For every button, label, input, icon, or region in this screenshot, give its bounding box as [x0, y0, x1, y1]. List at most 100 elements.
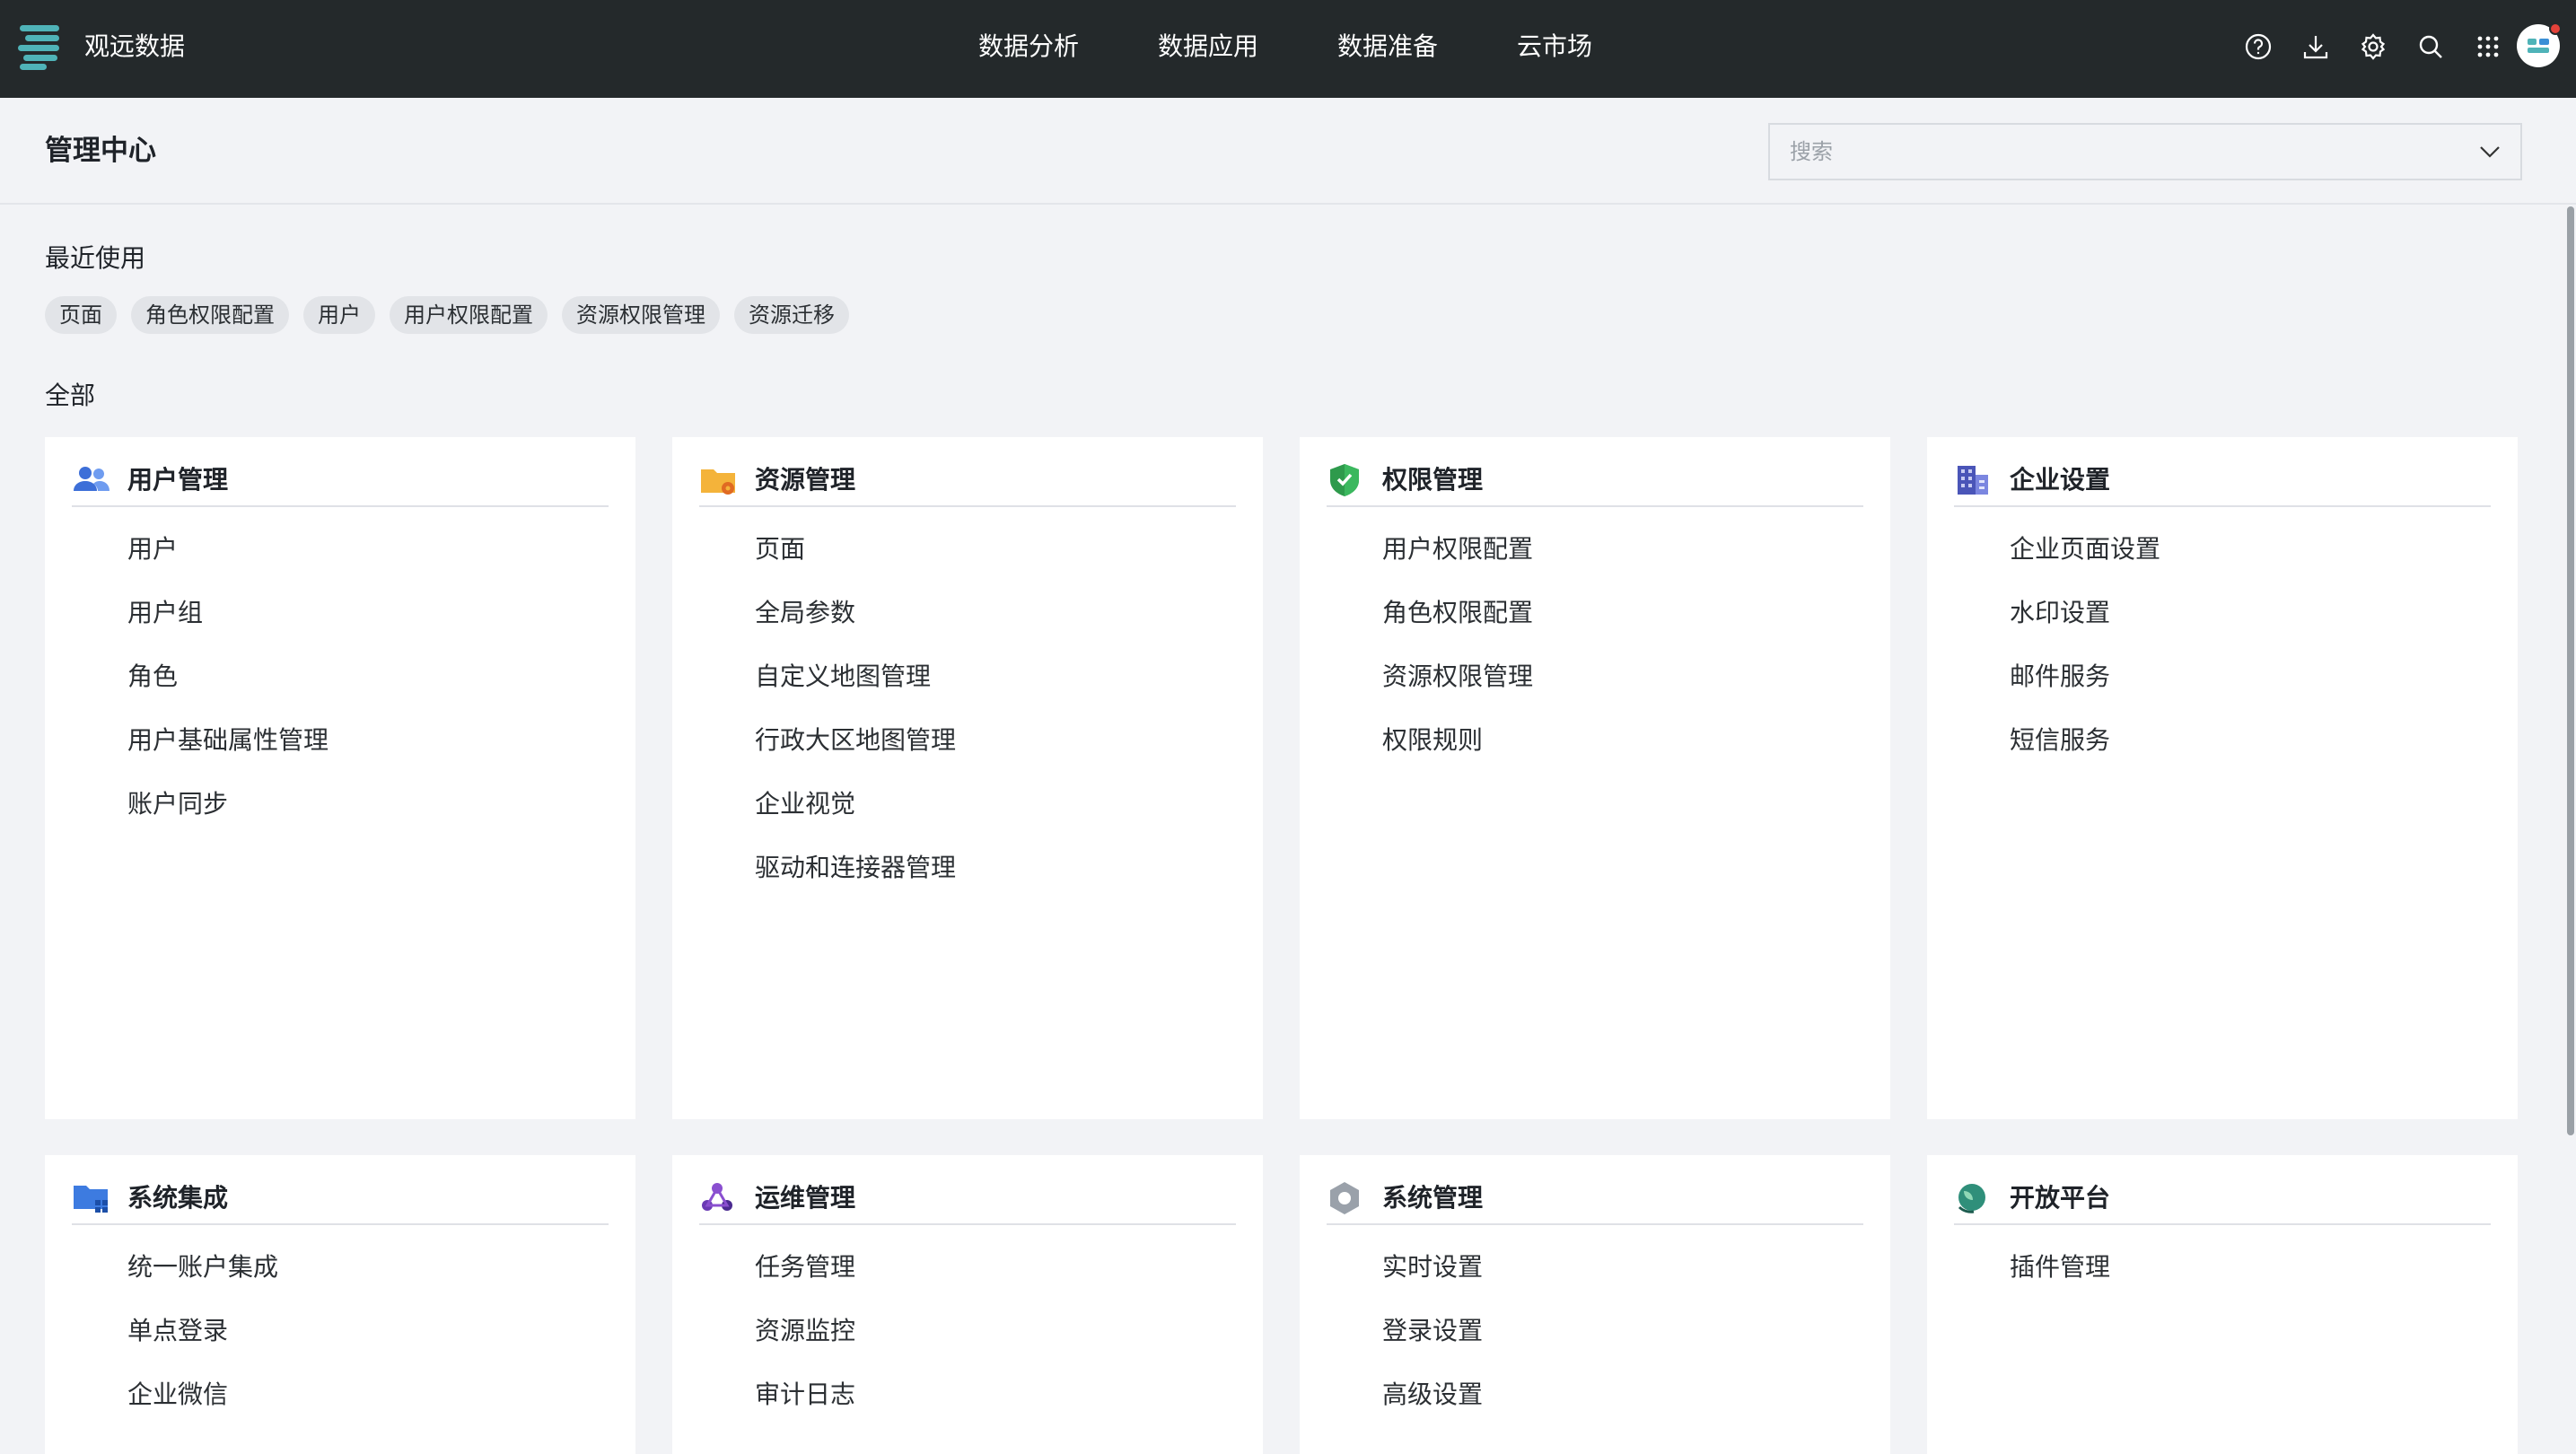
card-item-user-groups[interactable]: 用户组 [127, 595, 329, 659]
main-nav: 数据分析 数据应用 数据准备 云市场 [978, 27, 1671, 66]
help-button[interactable] [2242, 31, 2274, 63]
building-icon [1958, 466, 1988, 495]
recent-tag[interactable]: 用户权限配置 [390, 296, 548, 334]
card-title: 开放平台 [2010, 1183, 2111, 1213]
card-header: 开放平台 [1954, 1180, 2491, 1225]
card-title: 系统管理 [1382, 1183, 1484, 1213]
card-title: 权限管理 [1382, 465, 1484, 495]
card-item-drivers-connectors[interactable]: 驱动和连接器管理 [755, 850, 956, 914]
card-header: 运维管理 [699, 1180, 1236, 1225]
chevron-down-icon[interactable] [2477, 141, 2502, 162]
card-items: 页面 全局参数 自定义地图管理 行政大区地图管理 企业视觉 驱动和连接器管理 [755, 531, 956, 914]
help-circle-icon [2245, 33, 2272, 60]
gear-icon [2361, 33, 2386, 60]
folder-gear-icon [701, 469, 735, 495]
recent-tag[interactable]: 角色权限配置 [131, 296, 289, 334]
grid-apps-icon [2477, 36, 2499, 57]
recent-tags: 页面 角色权限配置 用户 用户权限配置 资源权限管理 资源迁移 [45, 296, 863, 334]
card-header: 权限管理 [1327, 462, 1863, 507]
card-title: 运维管理 [755, 1183, 856, 1213]
download-icon [2303, 36, 2328, 59]
card-items: 用户 用户组 角色 用户基础属性管理 账户同步 [127, 531, 329, 850]
nav-tools [2217, 31, 2504, 63]
card-item-email-service[interactable]: 邮件服务 [2010, 659, 2160, 723]
card-item-watermark[interactable]: 水印设置 [2010, 595, 2160, 659]
card-items: 插件管理 [2010, 1249, 2110, 1313]
card-item-audit-log[interactable]: 审计日志 [755, 1377, 855, 1441]
card-item-wecom[interactable]: 企业微信 [127, 1377, 278, 1441]
card-header: 资源管理 [699, 462, 1236, 507]
logo-icon[interactable] [14, 20, 65, 70]
card-item-enterprise-page[interactable]: 企业页面设置 [2010, 531, 2160, 595]
all-label: 全部 [45, 381, 96, 410]
card-item-task-management[interactable]: 任务管理 [755, 1249, 855, 1313]
recent-tag[interactable]: 用户 [303, 296, 375, 334]
card-item-user-attributes[interactable]: 用户基础属性管理 [127, 723, 329, 786]
recent-tag[interactable]: 资源迁移 [734, 296, 849, 334]
card-item-realtime-settings[interactable]: 实时设置 [1382, 1249, 1483, 1313]
nav-item-data-preparation[interactable]: 数据准备 [1337, 27, 1438, 66]
card-item-account-sync[interactable]: 账户同步 [127, 786, 329, 850]
card-header: 用户管理 [72, 462, 609, 507]
card-item-pages[interactable]: 页面 [755, 531, 956, 595]
card-items: 实时设置 登录设置 高级设置 [1382, 1249, 1483, 1441]
download-button[interactable] [2300, 31, 2332, 63]
card-item-region-map[interactable]: 行政大区地图管理 [755, 723, 956, 786]
ops-triangle-icon [702, 1183, 732, 1211]
card-item-roles[interactable]: 角色 [127, 659, 329, 723]
search-button[interactable] [2414, 31, 2447, 63]
scrollbar[interactable] [2565, 205, 2576, 1454]
nav-item-cloud-market[interactable]: 云市场 [1517, 27, 1592, 66]
card-item-login-settings[interactable]: 登录设置 [1382, 1313, 1483, 1377]
card-header: 企业设置 [1954, 462, 2491, 507]
card-items: 任务管理 资源监控 审计日志 [755, 1249, 855, 1441]
apps-button[interactable] [2472, 31, 2504, 63]
card-system-integration: 系统集成 统一账户集成 单点登录 企业微信 [45, 1155, 635, 1454]
card-item-role-permission[interactable]: 角色权限配置 [1382, 595, 1533, 659]
card-item-resource-monitor[interactable]: 资源监控 [755, 1313, 855, 1377]
users-icon [74, 467, 110, 491]
hex-nut-icon [1330, 1182, 1359, 1214]
card-title: 资源管理 [755, 465, 856, 495]
card-item-permission-rules[interactable]: 权限规则 [1382, 723, 1533, 786]
card-items: 企业页面设置 水印设置 邮件服务 短信服务 [2010, 531, 2160, 786]
card-open-platform: 开放平台 插件管理 [1927, 1155, 2518, 1454]
globe-leaf-icon [1958, 1184, 1985, 1213]
card-header: 系统管理 [1327, 1180, 1863, 1225]
card-items: 用户权限配置 角色权限配置 资源权限管理 权限规则 [1382, 531, 1533, 786]
card-title: 用户管理 [127, 465, 229, 495]
search-icon [2419, 35, 2442, 58]
card-item-users[interactable]: 用户 [127, 531, 329, 595]
recent-label: 最近使用 [45, 243, 146, 273]
card-title: 系统集成 [127, 1183, 229, 1213]
scrollbar-thumb[interactable] [2567, 206, 2574, 1135]
nav-item-data-application[interactable]: 数据应用 [1158, 27, 1258, 66]
card-permission-management: 权限管理 用户权限配置 角色权限配置 资源权限管理 权限规则 [1300, 437, 1890, 1119]
card-title: 企业设置 [2010, 465, 2111, 495]
avatar[interactable] [2517, 22, 2562, 67]
card-item-unified-account[interactable]: 统一账户集成 [127, 1249, 278, 1313]
card-item-plugin-management[interactable]: 插件管理 [2010, 1249, 2110, 1313]
card-resource-management: 资源管理 页面 全局参数 自定义地图管理 行政大区地图管理 企业视觉 驱动和连接… [672, 437, 1263, 1119]
card-item-sms-service[interactable]: 短信服务 [2010, 723, 2160, 786]
recent-tag[interactable]: 页面 [45, 296, 117, 334]
search-select[interactable] [1768, 123, 2522, 180]
card-item-custom-map[interactable]: 自定义地图管理 [755, 659, 956, 723]
nav-item-data-analysis[interactable]: 数据分析 [978, 27, 1079, 66]
card-items: 统一账户集成 单点登录 企业微信 [127, 1249, 278, 1441]
settings-button[interactable] [2357, 31, 2389, 63]
recent-tag[interactable]: 资源权限管理 [562, 296, 720, 334]
card-enterprise-settings: 企业设置 企业页面设置 水印设置 邮件服务 短信服务 [1927, 437, 2518, 1119]
card-item-sso[interactable]: 单点登录 [127, 1313, 278, 1377]
card-system-management: 系统管理 实时设置 登录设置 高级设置 [1300, 1155, 1890, 1454]
notification-badge [2549, 22, 2562, 35]
app-title: 观远数据 [84, 31, 186, 61]
page-title: 管理中心 [45, 135, 156, 167]
card-item-advanced-settings[interactable]: 高级设置 [1382, 1377, 1483, 1441]
card-item-user-permission[interactable]: 用户权限配置 [1382, 531, 1533, 595]
card-item-global-params[interactable]: 全局参数 [755, 595, 956, 659]
search-input[interactable] [1770, 125, 2452, 179]
card-user-management: 用户管理 用户 用户组 角色 用户基础属性管理 账户同步 [45, 437, 635, 1119]
card-item-enterprise-visual[interactable]: 企业视觉 [755, 786, 956, 850]
card-item-resource-permission[interactable]: 资源权限管理 [1382, 659, 1533, 723]
